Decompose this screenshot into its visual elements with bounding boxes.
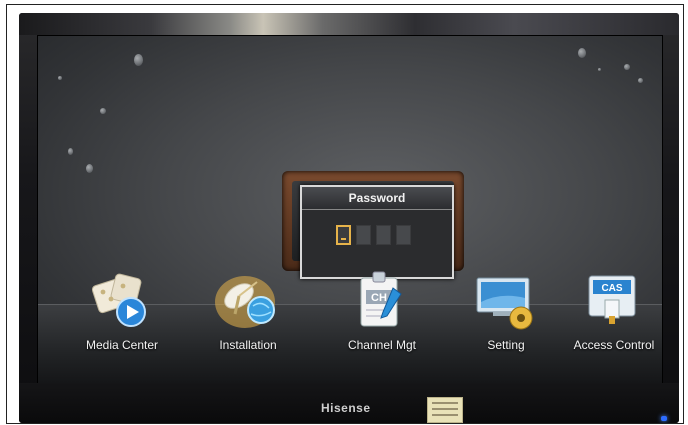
menu-item-channel-mgt[interactable]: CH Channel Mgt	[332, 266, 432, 352]
monitor-bezel: Password Media Center Installation CH Ch…	[19, 13, 679, 423]
energy-sticker	[427, 397, 463, 423]
water-drop	[638, 78, 643, 83]
channel-mgt-icon: CH	[347, 266, 417, 336]
pin-entry[interactable]	[336, 225, 411, 245]
pin-digit-4[interactable]	[396, 225, 411, 245]
monitor-brand-logo: Hisense	[321, 401, 371, 415]
water-drop	[624, 64, 630, 70]
menu-item-access-control[interactable]: CAS Access Control	[564, 266, 662, 352]
water-drop	[598, 68, 601, 71]
water-drop	[100, 108, 106, 114]
water-drop	[578, 48, 586, 58]
menu-item-media-center[interactable]: Media Center	[72, 266, 172, 352]
water-drop	[58, 76, 62, 80]
pin-digit-3[interactable]	[376, 225, 391, 245]
menu-item-installation[interactable]: Installation	[198, 266, 298, 352]
password-dialog-title: Password	[302, 187, 452, 210]
media-center-icon	[87, 266, 157, 336]
menu-item-label: Setting	[487, 338, 525, 352]
pin-digit-1[interactable]	[336, 225, 351, 245]
tv-screen: Password Media Center Installation CH Ch…	[37, 35, 663, 385]
power-led-icon	[661, 416, 667, 421]
water-drop	[134, 54, 143, 66]
menu-item-label: Media Center	[85, 338, 159, 352]
water-drop	[68, 148, 73, 155]
pin-digit-2[interactable]	[356, 225, 371, 245]
channel-badge-text: CH	[371, 292, 387, 304]
menu-item-label: Access Control	[573, 338, 655, 352]
glare-strip	[19, 13, 679, 35]
cas-badge-text: CAS	[601, 283, 622, 294]
setting-icon	[471, 266, 541, 336]
water-drop	[86, 164, 93, 173]
menu-item-label: Channel Mgt	[347, 338, 417, 352]
menu-item-label: Installation	[219, 338, 277, 352]
menu-item-setting[interactable]: Setting	[456, 266, 556, 352]
password-dialog[interactable]: Password	[300, 185, 454, 279]
photo-frame: Password Media Center Installation CH Ch…	[6, 4, 684, 424]
access-control-icon: CAS	[579, 266, 649, 336]
installation-icon	[213, 266, 283, 336]
